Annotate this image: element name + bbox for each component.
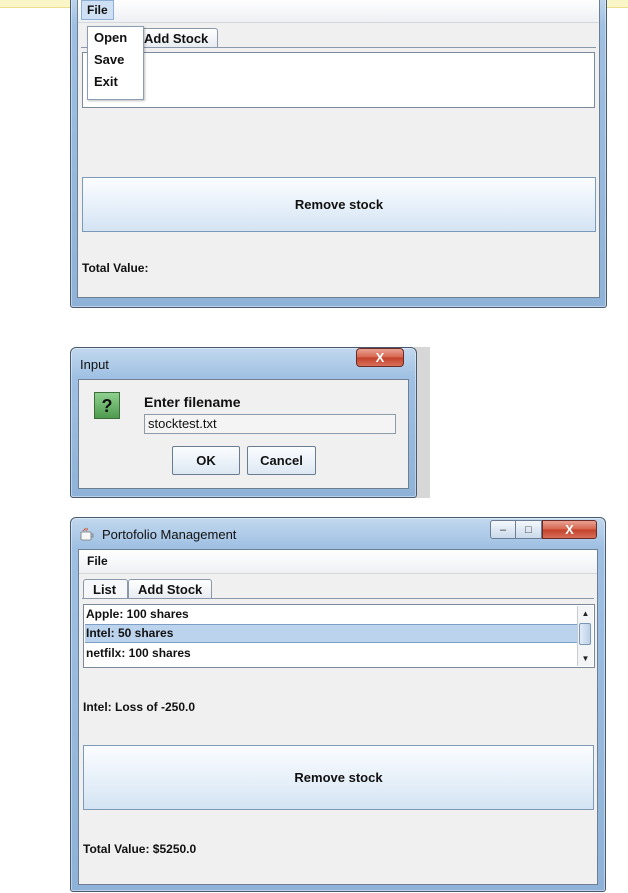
minimize-button[interactable]: – bbox=[490, 520, 516, 539]
window-content: File List Add Stock Apple: 100 shares In… bbox=[78, 549, 598, 885]
remove-stock-button[interactable]: Remove stock bbox=[82, 177, 596, 232]
window-title: Portofolio Management bbox=[102, 527, 237, 542]
scroll-down-icon[interactable]: ▼ bbox=[578, 651, 593, 666]
portfolio-window: Portofolio Management – □ X File List Ad… bbox=[70, 517, 606, 892]
dialog-title: Input bbox=[80, 357, 109, 372]
java-app-icon bbox=[80, 527, 94, 541]
scroll-thumb[interactable] bbox=[579, 623, 591, 645]
tab-divider bbox=[82, 598, 594, 599]
menu-item-save[interactable]: Save bbox=[94, 52, 124, 67]
scroll-up-icon[interactable]: ▲ bbox=[578, 606, 593, 621]
remove-stock-button[interactable]: Remove stock bbox=[83, 745, 594, 810]
file-menu-dropdown: Open Save Exit bbox=[87, 26, 144, 100]
list-scrollbar[interactable]: ▲ ▼ bbox=[577, 606, 593, 666]
portfolio-window-file-menu-open: File Add Stock Remove stock Total Value:… bbox=[70, 0, 607, 308]
stock-status-text: Intel: Loss of -250.0 bbox=[83, 700, 196, 714]
menu-bar: File bbox=[78, 0, 599, 23]
input-dialog: Input X ? Enter filename stocktest.txt O… bbox=[70, 347, 417, 498]
dialog-content: ? Enter filename stocktest.txt OK Cancel bbox=[78, 379, 409, 489]
menu-item-exit[interactable]: Exit bbox=[94, 74, 118, 89]
filename-input[interactable]: stocktest.txt bbox=[144, 414, 396, 434]
menu-item-open[interactable]: Open bbox=[94, 30, 127, 45]
list-item[interactable]: netfilx: 100 shares bbox=[85, 644, 577, 663]
menu-file[interactable]: File bbox=[82, 552, 113, 570]
filename-prompt: Enter filename bbox=[144, 394, 241, 410]
dialog-close-button[interactable]: X bbox=[356, 348, 404, 367]
tab-divider bbox=[81, 47, 596, 48]
list-item-selected[interactable]: Intel: 50 shares bbox=[85, 624, 577, 643]
tab-list[interactable]: List bbox=[83, 579, 128, 599]
tab-add-stock[interactable]: Add Stock bbox=[128, 579, 213, 599]
question-icon: ? bbox=[94, 392, 120, 419]
list-item[interactable]: Apple: 100 shares bbox=[85, 605, 577, 624]
tab-add-stock[interactable]: Add Stock bbox=[134, 28, 219, 48]
total-value-label: Total Value: bbox=[82, 261, 149, 275]
cancel-button[interactable]: Cancel bbox=[247, 446, 316, 475]
menu-bar: File bbox=[79, 550, 597, 574]
window-content: File Add Stock Remove stock Total Value:… bbox=[77, 0, 600, 298]
window-close-button[interactable]: X bbox=[542, 520, 597, 539]
maximize-button[interactable]: □ bbox=[516, 520, 542, 539]
total-value-label: Total Value: $5250.0 bbox=[83, 842, 197, 856]
stock-list[interactable]: Apple: 100 shares Intel: 50 shares netfi… bbox=[83, 604, 595, 668]
menu-file[interactable]: File bbox=[81, 0, 114, 20]
stock-list[interactable] bbox=[82, 52, 595, 108]
ok-button[interactable]: OK bbox=[172, 446, 240, 475]
